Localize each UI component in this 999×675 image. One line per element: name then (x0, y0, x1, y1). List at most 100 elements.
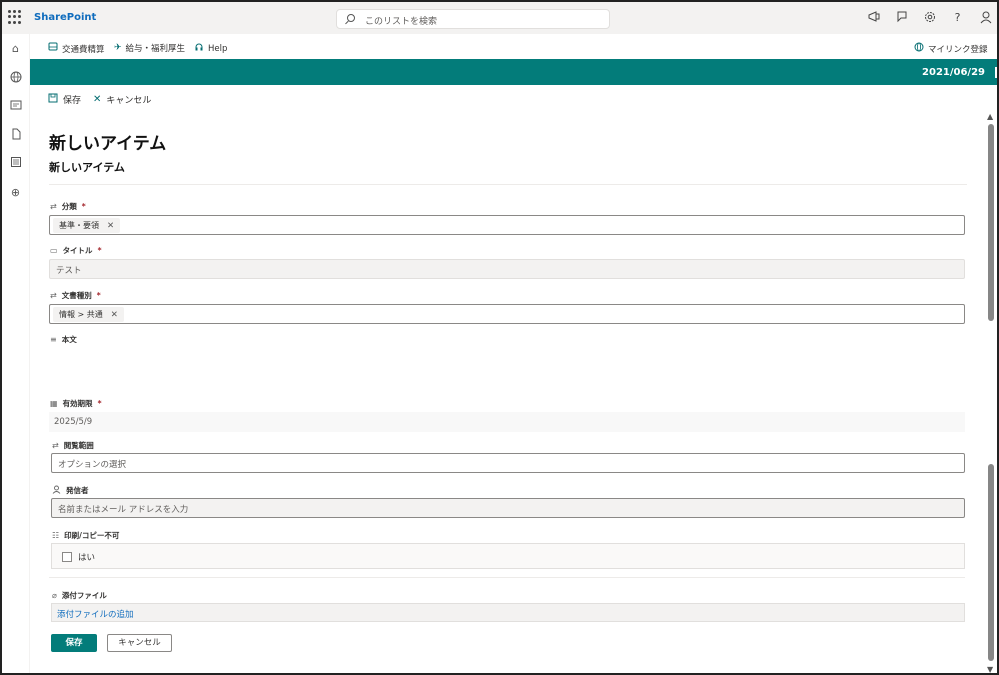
app-nav-bar: 交通費精算 ✈ 給与・福利厚生 Help マイリンク登録 (30, 34, 997, 59)
category-tag-text: 基準・要領 (59, 221, 99, 230)
sender-label-text: 発信者 (66, 486, 89, 495)
scroll-thumb[interactable] (988, 464, 994, 661)
search-placeholder: このリストを検索 (365, 17, 438, 27)
title-field[interactable]: テスト (49, 259, 965, 279)
add-attachment-link[interactable]: 添付ファイルの追加 (57, 608, 134, 620)
site-banner: 2021/06/29 (30, 59, 997, 85)
required-mark: * (97, 399, 102, 408)
my-link-label: マイリンク登録 (928, 44, 988, 55)
choice-icon: ⇄ (52, 441, 59, 450)
required-mark: * (81, 202, 86, 211)
close-icon: ✕ (93, 94, 102, 105)
doc-type-tag-text: 情報 > 共通 (59, 310, 103, 319)
save-command[interactable]: 保存 (48, 93, 81, 106)
cancel-command[interactable]: ✕ キャンセル (93, 93, 151, 106)
person-icon (52, 485, 61, 496)
choice-icon: ⇄ (50, 291, 57, 300)
help-icon[interactable]: ? (950, 10, 965, 25)
body-label-text: 本文 (61, 335, 77, 344)
title-label: ▭ タイトル * (50, 245, 102, 256)
search-box[interactable]: このリストを検索 (336, 9, 610, 29)
print-checkbox-row: はい (51, 543, 965, 569)
category-label: ⇄ 分類 * (50, 201, 86, 212)
globe-icon[interactable] (9, 71, 22, 84)
scope-dropdown[interactable]: オプションの選択 (51, 453, 965, 473)
globe-icon (914, 42, 924, 55)
nav-item-label: 給与・福利厚生 (125, 44, 186, 54)
remove-tag-icon[interactable]: ✕ (107, 221, 114, 231)
print-checkbox[interactable] (62, 552, 72, 562)
nav-item-label: Help (208, 43, 228, 54)
attachments-label-text: 添付ファイル (61, 591, 107, 600)
command-bar: 保存 ✕ キャンセル (48, 93, 151, 106)
nav-item-salary[interactable]: ✈ 給与・福利厚生 (114, 42, 185, 54)
calendar-icon: ▦ (50, 399, 58, 408)
attachments-field: 添付ファイルの追加 (51, 603, 965, 622)
save-command-label: 保存 (63, 96, 82, 106)
doc-type-label: ⇄ 文書種別 * (50, 290, 101, 301)
sender-field[interactable]: 名前またはメール アドレスを入力 (51, 498, 965, 518)
category-label-text: 分類 (61, 202, 77, 211)
news-icon[interactable] (9, 99, 22, 112)
category-tag: 基準・要領 ✕ (53, 218, 121, 233)
doc-type-label-text: 文書種別 (61, 291, 92, 300)
doc-type-tag: 情報 > 共通 ✕ (53, 307, 124, 322)
print-label-text: 印刷/コピー不可 (64, 531, 120, 540)
left-rail: ⌂ ⊕ (2, 34, 30, 673)
add-circle-icon[interactable]: ⊕ (9, 186, 22, 199)
scope-placeholder: オプションの選択 (58, 460, 127, 470)
paperclip-icon: ⌀ (52, 591, 57, 600)
banner-divider (995, 67, 997, 78)
cancel-button[interactable]: キャンセル (107, 634, 172, 652)
expiry-label: ▦ 有効期限 * (50, 398, 102, 409)
expiry-date-field[interactable]: 2025/5/9 (49, 412, 965, 432)
gear-icon[interactable] (922, 10, 937, 25)
home-icon[interactable]: ⌂ (9, 42, 22, 55)
divider (49, 577, 965, 578)
feedback-icon[interactable] (894, 10, 909, 25)
save-button[interactable]: 保存 (51, 634, 97, 652)
list-icon[interactable] (9, 156, 22, 169)
choice-icon: ⇄ (50, 202, 57, 211)
plane-icon: ✈ (114, 43, 122, 53)
headset-icon (194, 42, 204, 55)
page-title: 新しいアイテム (49, 134, 167, 154)
scroll-up-icon[interactable]: ▲ (987, 112, 993, 121)
category-field[interactable]: 基準・要領 ✕ (49, 215, 965, 235)
scroll-thumb[interactable] (988, 124, 994, 321)
megaphone-icon[interactable] (866, 10, 881, 25)
scrollbar[interactable]: ▲ ▼ (986, 112, 995, 673)
scope-label: ⇄ 閲覧範囲 (52, 440, 94, 451)
toggle-icon: ☷ (52, 531, 60, 540)
save-icon (48, 93, 58, 106)
banner-date: 2021/06/29 (922, 67, 985, 78)
required-mark: * (96, 291, 101, 300)
print-label: ☷ 印刷/コピー不可 (52, 530, 119, 541)
suite-bar: SharePoint このリストを検索 ? (2, 2, 997, 34)
app-launcher-icon[interactable] (8, 10, 22, 24)
title-value: テスト (56, 266, 82, 276)
text-field-icon: ▭ (50, 246, 58, 255)
my-link-register[interactable]: マイリンク登録 (914, 42, 988, 55)
nav-item-help[interactable]: Help (194, 42, 227, 55)
nav-item-label: 交通費精算 (62, 44, 105, 55)
sender-placeholder: 名前またはメール アドレスを入力 (58, 505, 189, 515)
attachments-label: ⌀ 添付ファイル (52, 590, 107, 601)
brand-link[interactable]: SharePoint (34, 12, 96, 23)
search-icon (347, 14, 355, 22)
expiry-value: 2025/5/9 (54, 417, 93, 427)
sender-label: 発信者 (52, 485, 89, 496)
scroll-down-icon[interactable]: ▼ (987, 665, 993, 673)
bus-icon (48, 42, 58, 55)
window-frame: SharePoint このリストを検索 ? ⌂ ⊕ 交通費精算 ✈ 給与・福利厚… (0, 0, 999, 675)
divider (49, 184, 967, 185)
required-mark: * (97, 246, 102, 255)
document-icon[interactable] (9, 128, 22, 141)
person-icon[interactable] (978, 10, 993, 25)
nav-item-transport[interactable]: 交通費精算 (48, 42, 105, 55)
remove-tag-icon[interactable]: ✕ (111, 310, 118, 320)
multiline-text-icon: ≡ (50, 335, 57, 344)
scope-label-text: 閲覧範囲 (63, 441, 94, 450)
doc-type-field[interactable]: 情報 > 共通 ✕ (49, 304, 965, 324)
title-label-text: タイトル (62, 246, 93, 255)
